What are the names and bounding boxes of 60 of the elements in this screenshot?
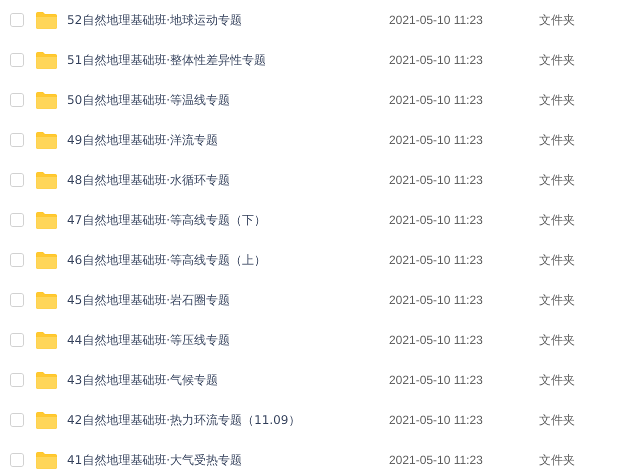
file-type: 文件夹 [539, 132, 575, 148]
file-type: 文件夹 [539, 372, 575, 388]
modified-date: 2021-05-10 11:23 [389, 133, 484, 147]
folder-icon [36, 172, 57, 188]
file-type: 文件夹 [539, 12, 575, 28]
checkbox[interactable] [10, 373, 24, 387]
folder-icon [36, 372, 57, 388]
file-name[interactable]: 52自然地理基础班·地球运动专题 [67, 12, 389, 28]
modified-date: 2021-05-10 11:23 [389, 293, 484, 307]
checkbox[interactable] [10, 133, 24, 147]
folder-icon [36, 132, 57, 148]
file-name[interactable]: 49自然地理基础班·洋流专题 [67, 132, 389, 148]
file-type: 文件夹 [539, 252, 575, 268]
modified-date: 2021-05-10 11:23 [389, 453, 484, 467]
file-type: 文件夹 [539, 212, 575, 228]
file-name[interactable]: 47自然地理基础班·等高线专题（下） [67, 212, 389, 228]
modified-date: 2021-05-10 11:23 [389, 253, 484, 267]
modified-date: 2021-05-10 11:23 [389, 373, 484, 387]
checkbox[interactable] [10, 293, 24, 307]
modified-date: 2021-05-10 11:23 [389, 333, 484, 347]
folder-icon [36, 292, 57, 308]
file-name[interactable]: 46自然地理基础班·等高线专题（上） [67, 252, 389, 268]
file-type: 文件夹 [539, 292, 575, 308]
modified-date: 2021-05-10 11:23 [389, 13, 484, 27]
folder-icon [36, 332, 57, 348]
folder-icon [36, 52, 57, 68]
checkbox[interactable] [10, 333, 24, 347]
checkbox[interactable] [10, 453, 24, 467]
file-name[interactable]: 42自然地理基础班·热力环流专题（11.09） [67, 412, 389, 428]
file-name[interactable]: 44自然地理基础班·等压线专题 [67, 332, 389, 348]
file-type: 文件夹 [539, 172, 575, 188]
modified-date: 2021-05-10 11:23 [389, 213, 484, 227]
file-type: 文件夹 [539, 92, 575, 108]
file-name[interactable]: 51自然地理基础班·整体性差异性专题 [67, 52, 389, 68]
folder-icon [36, 252, 57, 268]
file-name[interactable]: 50自然地理基础班·等温线专题 [67, 92, 389, 108]
checkbox[interactable] [10, 53, 24, 67]
folder-icon [36, 452, 57, 468]
file-name[interactable]: 48自然地理基础班·水循环专题 [67, 172, 389, 188]
folder-icon [36, 412, 57, 428]
checkbox[interactable] [10, 173, 24, 187]
folder-icon [36, 92, 57, 108]
checkbox[interactable] [10, 413, 24, 427]
file-type: 文件夹 [539, 412, 575, 428]
modified-date: 2021-05-10 11:23 [389, 173, 484, 187]
checkbox[interactable] [10, 253, 24, 267]
modified-date: 2021-05-10 11:23 [389, 53, 484, 67]
modified-date: 2021-05-10 11:23 [389, 93, 484, 107]
file-name[interactable]: 43自然地理基础班·气候专题 [67, 372, 389, 388]
folder-icon [36, 12, 57, 28]
folder-icon [36, 212, 57, 228]
file-name[interactable]: 41自然地理基础班·大气受热专题 [67, 452, 389, 468]
checkbox[interactable] [10, 93, 24, 107]
file-type: 文件夹 [539, 332, 575, 348]
file-name[interactable]: 45自然地理基础班·岩石圈专题 [67, 292, 389, 308]
checkbox[interactable] [10, 213, 24, 227]
modified-date: 2021-05-10 11:23 [389, 413, 484, 427]
checkbox[interactable] [10, 13, 24, 27]
file-type: 文件夹 [539, 452, 575, 468]
file-type: 文件夹 [539, 52, 575, 68]
